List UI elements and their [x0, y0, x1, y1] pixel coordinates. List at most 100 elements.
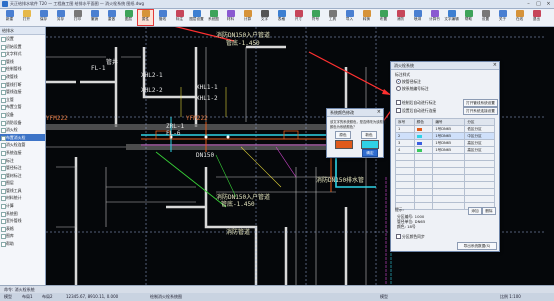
left-panel-item[interactable]: 标注 — [0, 157, 45, 165]
minimize-button[interactable]: – — [524, 1, 533, 7]
toolbar-button-0[interactable]: 新建 — [2, 10, 17, 25]
drawing-label[interactable]: XHL2-1 — [141, 72, 163, 79]
toolbar-button-2[interactable]: 保存 — [36, 10, 51, 25]
old-color-button[interactable]: 原色 — [335, 131, 351, 139]
toolbar-button-26[interactable]: 文字编辑 — [444, 10, 459, 25]
drawing-label[interactable]: YFM222 — [186, 115, 208, 122]
left-panel-item[interactable]: 管线连接 — [0, 88, 45, 96]
toolbar-button-24[interactable]: 喷淋 — [410, 10, 425, 25]
color-sync-checkbox[interactable] — [396, 234, 401, 239]
drawing-label[interactable]: 管底-1.450 — [221, 199, 255, 208]
maximize-button[interactable]: □ — [534, 1, 543, 7]
table-row[interactable]: 3 1号DN65 高区分区 — [395, 139, 495, 147]
auto-connect-checkbox[interactable] — [396, 108, 401, 113]
toolbar-button-27[interactable]: 帮助 — [461, 10, 476, 25]
drawing-label[interactable]: XHL1-2 — [196, 95, 218, 102]
left-panel-item[interactable]: 计算 — [0, 202, 45, 210]
toolbar-button-1[interactable]: 打开 — [19, 10, 34, 25]
drawing-label[interactable]: 消防管道 — [226, 227, 250, 236]
left-panel-item[interactable]: 系统连接 — [0, 149, 45, 157]
drawing-label[interactable]: XHL1-1 — [196, 84, 218, 91]
left-panel-item[interactable]: 管线 — [0, 58, 45, 66]
drawing-label[interactable]: FL-1 — [91, 65, 105, 72]
left-panel-item[interactable]: 材料统计 — [0, 194, 45, 202]
toolbar-button-5[interactable]: 撤销 — [87, 10, 102, 25]
left-panel-item[interactable]: 布置立管 — [0, 103, 45, 111]
toolbar-button-8[interactable]: 属性 — [137, 9, 154, 26]
left-panel-item[interactable]: 文字样式 — [0, 50, 45, 58]
auto-label-checkbox[interactable] — [396, 100, 401, 105]
export-system-data-button[interactable]: 导出系统数据(S) — [457, 242, 497, 250]
table-row[interactable]: 4 1号DN65 高区分区 — [395, 146, 495, 154]
row-color-cell[interactable] — [413, 132, 434, 140]
toolbar-button-28[interactable]: 设置 — [478, 10, 493, 25]
left-panel-item[interactable]: 系统图 — [0, 210, 45, 218]
toolbar-button-15[interactable]: 文字 — [257, 10, 272, 25]
toolbar-button-12[interactable]: 系统图 — [206, 10, 221, 25]
radio-by-system-code[interactable] — [396, 86, 401, 91]
toolbar-button-17[interactable]: 尺寸 — [291, 10, 306, 25]
toolbar-button-16[interactable]: 表格 — [274, 10, 289, 25]
drawing-label[interactable]: 消防DN150排水管 — [316, 175, 364, 184]
space-mode[interactable]: 模型 — [380, 294, 388, 300]
layout-tab-1[interactable]: 布局1 — [22, 294, 33, 300]
left-panel-item[interactable]: 管线打断 — [0, 81, 45, 89]
row-color-cell[interactable] — [413, 146, 434, 154]
scale-readout[interactable]: 比例 1:100 — [500, 294, 521, 300]
radio-by-diameter[interactable] — [396, 79, 401, 84]
dialog-close-icon[interactable]: × — [493, 62, 497, 69]
open-pipe-settings-button[interactable]: 打开管线系统设置 — [463, 99, 498, 107]
left-panel-item[interactable]: 图库 — [0, 232, 45, 240]
left-panel-item[interactable]: 管线工具 — [0, 187, 45, 195]
toolbar-button-22[interactable]: 布置 — [376, 10, 391, 25]
toolbar-button-31[interactable]: 退出 — [529, 10, 544, 25]
toolbar-button-29[interactable]: 关于 — [495, 10, 510, 25]
open-connect-settings-button[interactable]: 打开系统连接设置 — [463, 107, 498, 115]
left-panel-item[interactable]: 表格 — [0, 225, 45, 233]
drawing-label[interactable]: DN150 — [196, 152, 214, 159]
left-panel-item[interactable]: 设备 — [0, 111, 45, 119]
left-panel-item[interactable]: 消火栓连管 — [0, 141, 45, 149]
left-panel-item[interactable]: 图层 — [0, 179, 45, 187]
left-panel-item[interactable]: 室外管线 — [0, 217, 45, 225]
toolbar-button-18[interactable]: 符号 — [308, 10, 323, 25]
toolbar-button-25[interactable]: 计算书 — [427, 10, 442, 25]
left-panel-item[interactable]: 管径标注 — [0, 164, 45, 172]
color-ok-button[interactable]: 确定 — [362, 149, 378, 157]
toolbar-button-19[interactable]: 工具 — [325, 10, 340, 25]
add-button[interactable]: 添加 — [468, 207, 482, 215]
drawing-label[interactable]: FL-6 — [166, 130, 180, 137]
left-panel-item[interactable]: 消火栓 — [0, 126, 45, 134]
new-color-button[interactable]: 新色 — [361, 131, 377, 139]
left-panel-item[interactable]: 消防设备 — [0, 119, 45, 127]
toolbar-button-30[interactable]: 在线 — [512, 10, 527, 25]
toolbar-button-23[interactable]: 消防 — [393, 10, 408, 25]
row-color-cell[interactable] — [413, 139, 434, 147]
toolbar-button-20[interactable]: 导入 — [342, 10, 357, 25]
close-button[interactable]: × — [544, 1, 553, 7]
toolbar-button-11[interactable]: 图层设置 — [189, 10, 204, 25]
toolbar-button-21[interactable]: 转换 — [359, 10, 374, 25]
toolbar-button-13[interactable]: 材料 — [223, 10, 238, 25]
toolbar-button-14[interactable]: 计算 — [240, 10, 255, 25]
toolbar-button-9[interactable]: 管线 — [155, 10, 170, 25]
layout-tab-model[interactable]: 模型 — [4, 294, 12, 300]
left-panel-item[interactable]: 布置消火栓 — [0, 133, 45, 142]
drawing-label[interactable]: YFM222 — [46, 115, 68, 122]
table-row[interactable]: 1 1号DN65 低区分区 — [395, 125, 495, 133]
left-panel-item[interactable]: 管材标注 — [0, 172, 45, 180]
toolbar-button-3[interactable]: 另存 — [53, 10, 68, 25]
drawing-label[interactable]: 管底-1.450 — [226, 38, 260, 47]
toolbar-button-7[interactable]: 图层 — [121, 10, 136, 25]
left-panel-item[interactable]: 绘制管线 — [0, 65, 45, 73]
left-panel-item[interactable]: 设置 — [0, 35, 45, 43]
layout-tab-2[interactable]: 布局2 — [42, 294, 53, 300]
left-panel-item[interactable]: 改管线 — [0, 73, 45, 81]
toolbar-button-6[interactable]: 重做 — [104, 10, 119, 25]
toolbar-button-10[interactable]: 标注 — [172, 10, 187, 25]
color-dialog-close-icon[interactable]: × — [377, 109, 381, 116]
left-panel-item[interactable]: 初始设置 — [0, 43, 45, 51]
delete-button[interactable]: 删除 — [482, 207, 496, 215]
row-color-cell[interactable] — [413, 125, 434, 133]
left-panel-item[interactable]: 帮助 — [0, 240, 45, 248]
